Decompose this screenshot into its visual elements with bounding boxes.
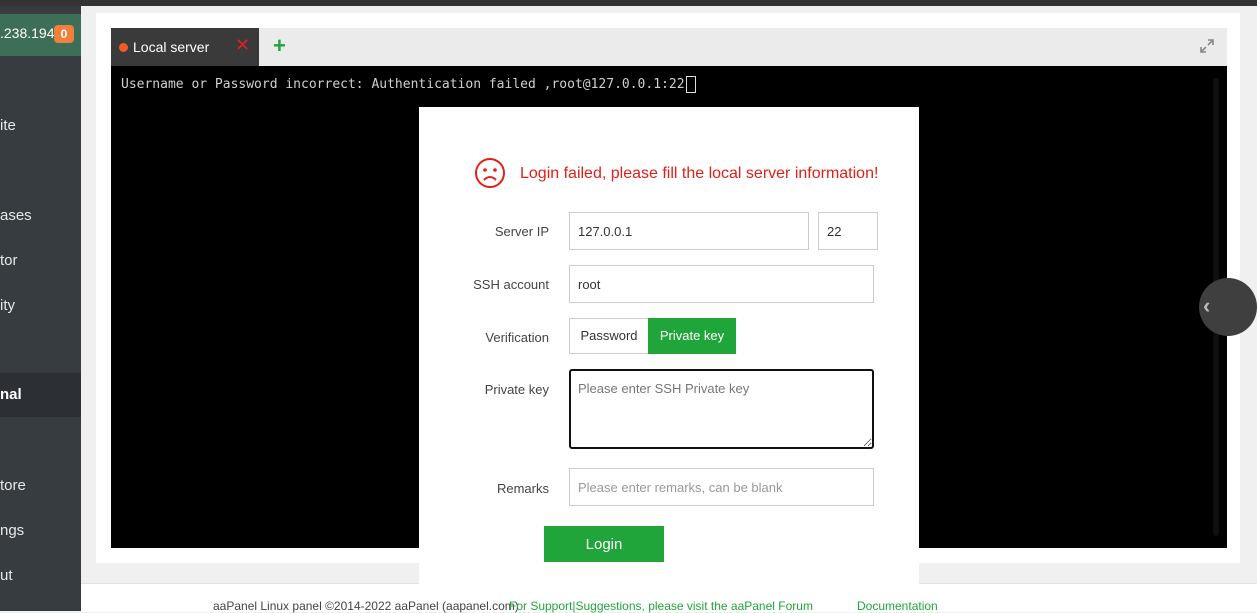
sidebar-item-app-store[interactable]: tore — [0, 466, 81, 506]
verification-private-key-button[interactable]: Private key — [648, 318, 736, 354]
sidebar-item-website[interactable]: ite — [0, 106, 81, 146]
ssh-account-label: SSH account — [473, 277, 549, 292]
top-strip — [0, 0, 1257, 6]
ssh-account-input[interactable] — [569, 265, 874, 303]
remarks-input[interactable] — [569, 468, 874, 506]
server-ip-block: .238.194 0 — [0, 14, 81, 56]
verification-label: Verification — [485, 330, 549, 345]
server-ip-text: .238.194 — [0, 25, 55, 41]
sidebar-item-databases[interactable]: ases — [0, 196, 81, 236]
plus-icon[interactable]: + — [273, 34, 286, 58]
private-key-input[interactable] — [569, 369, 874, 449]
tab-label: Local server — [133, 39, 210, 55]
footer: aaPanel Linux panel ©2014-2022 aaPanel (… — [81, 583, 1257, 613]
verification-password-button[interactable]: Password — [569, 318, 649, 354]
notification-badge[interactable]: 0 — [54, 25, 74, 43]
close-icon[interactable]: ✕ — [235, 36, 250, 54]
private-key-label: Private key — [484, 382, 549, 397]
error-message: Login failed, please fill the local serv… — [520, 165, 879, 182]
expand-icon[interactable] — [1199, 38, 1215, 54]
port-input[interactable] — [818, 212, 878, 250]
panel-toggle-button[interactable]: ‹ — [1199, 278, 1257, 336]
sidebar-item-settings[interactable]: ngs — [0, 511, 81, 551]
terminal-cursor — [685, 76, 696, 93]
sidebar: .238.194 0 ite ases tor ity nal tore ngs… — [0, 6, 81, 611]
sidebar-item-logout[interactable]: ut — [0, 556, 81, 596]
sidebar-item-terminal[interactable]: nal — [0, 373, 81, 417]
terminal-tab-bar: Local server ✕ + — [111, 28, 1227, 66]
sidebar-item-security[interactable]: ity — [0, 286, 81, 326]
server-ip-input[interactable] — [569, 212, 809, 250]
chevron-left-icon: ‹ — [1203, 293, 1211, 318]
terminal-line: Username or Password incorrect: Authenti… — [121, 77, 685, 92]
login-button[interactable]: Login — [544, 526, 664, 562]
remarks-label: Remarks — [496, 481, 549, 496]
sad-face-icon — [475, 158, 505, 188]
terminal-output: Username or Password incorrect: Authenti… — [121, 76, 696, 93]
login-dialog: Login failed, please fill the local serv… — [419, 107, 919, 587]
status-dot-icon — [119, 43, 128, 52]
tab-local-server[interactable]: Local server ✕ — [111, 28, 259, 66]
server-ip-label: Server IP — [494, 224, 549, 239]
sidebar-item-monitor[interactable]: tor — [0, 241, 81, 281]
